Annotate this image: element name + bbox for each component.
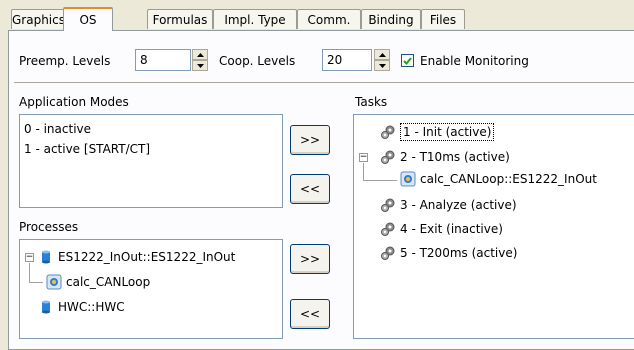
process-function-icon (400, 171, 416, 187)
tree-item-label: calc_CANLoop::ES1222_InOut (420, 172, 597, 186)
tasks-tree[interactable]: 1 - Init (active) − 2 - T10ms (active) c… (353, 114, 634, 339)
preemp-levels-input[interactable]: 8 (135, 49, 191, 71)
processes-label: Processes (19, 220, 79, 234)
coop-levels-label: Coop. Levels (219, 54, 296, 68)
tree-line (363, 163, 364, 181)
tree-item-label: 2 - T10ms (active) (400, 150, 510, 164)
tree-item-task-t200ms[interactable]: 5 - T200ms (active) (380, 245, 517, 261)
minus-sign: − (25, 252, 34, 262)
tree-item-calc-canloop[interactable]: calc_CANLoop (46, 274, 150, 290)
tab-comm[interactable]: Comm. (297, 9, 361, 29)
processes-tree[interactable]: − ES1222_InOut::ES1222_InOut calc_CANLoo… (19, 239, 283, 339)
remove-process-button[interactable]: << (290, 299, 330, 329)
gear-icon (381, 246, 395, 260)
process-cylinder-icon (42, 300, 50, 314)
coop-up-button[interactable] (374, 49, 390, 60)
enable-monitoring-label: Enable Monitoring (420, 54, 529, 68)
tab-os[interactable]: OS (63, 7, 113, 31)
tab-impl-type[interactable]: Impl. Type (213, 9, 297, 29)
tree-item-label: 5 - T200ms (active) (400, 246, 518, 260)
minus-sign: − (359, 152, 368, 162)
preemp-up-button[interactable] (192, 49, 208, 60)
enable-monitoring-checkbox[interactable] (401, 54, 414, 67)
tree-item-label: 3 - Analyze (active) (400, 198, 517, 212)
preemp-levels-spinner (192, 49, 208, 71)
tasks-label: Tasks (355, 95, 388, 109)
preemp-down-button[interactable] (192, 60, 208, 71)
checkmark-icon (403, 56, 412, 65)
arrow-down-icon (196, 63, 204, 68)
gear-icon (381, 222, 395, 236)
tree-item-task-analyze[interactable]: 3 - Analyze (active) (380, 197, 517, 213)
application-modes-label: Application Modes (19, 95, 129, 109)
coop-levels-input[interactable]: 20 (322, 49, 372, 71)
add-app-mode-button[interactable]: >> (290, 125, 330, 155)
list-item[interactable]: 1 - active [START/CT] (24, 141, 150, 157)
tab-files[interactable]: Files (421, 9, 465, 29)
application-modes-list[interactable]: 0 - inactive 1 - active [START/CT] (19, 114, 283, 208)
remove-app-mode-button[interactable]: << (290, 174, 330, 204)
arrow-up-icon (196, 52, 204, 57)
tree-line (29, 263, 30, 283)
gear-icon (381, 125, 395, 139)
tree-item-label: 4 - Exit (inactive) (400, 222, 503, 236)
arrow-up-icon (378, 52, 386, 57)
tab-formulas[interactable]: Formulas (147, 9, 213, 29)
tree-item-label: calc_CANLoop (66, 275, 151, 289)
process-function-icon (46, 274, 62, 290)
gear-icon (381, 150, 395, 164)
gear-icon (381, 198, 395, 212)
tree-item-task-exit[interactable]: 4 - Exit (inactive) (380, 221, 503, 237)
coop-down-button[interactable] (374, 60, 390, 71)
tree-line (363, 180, 397, 181)
tree-item-label: HWC::HWC (58, 300, 125, 314)
tree-item-hwc[interactable]: HWC::HWC (38, 299, 125, 315)
tree-line (29, 282, 43, 283)
tree-item-task-init[interactable]: 1 - Init (active) (380, 123, 495, 141)
add-process-button[interactable]: >> (290, 244, 330, 274)
collapse-toggle[interactable]: − (359, 153, 368, 162)
preemp-levels-label: Preemp. Levels (19, 54, 111, 68)
tree-item-label: ES1222_InOut::ES1222_InOut (58, 250, 236, 264)
tree-item-calc-canloop-task[interactable]: calc_CANLoop::ES1222_InOut (400, 171, 597, 187)
arrow-down-icon (378, 63, 386, 68)
tree-item-label: 1 - Init (active) (400, 123, 495, 141)
tab-binding[interactable]: Binding (361, 9, 421, 29)
list-item[interactable]: 0 - inactive (24, 121, 91, 137)
tab-graphics[interactable]: Graphics (11, 9, 65, 29)
collapse-toggle[interactable]: − (25, 253, 34, 262)
coop-levels-spinner (374, 49, 390, 71)
tree-item-task-t10ms[interactable]: 2 - T10ms (active) (380, 149, 510, 165)
separator (14, 82, 634, 83)
process-cylinder-icon (42, 250, 50, 264)
tree-item-es1222[interactable]: ES1222_InOut::ES1222_InOut (38, 249, 235, 265)
